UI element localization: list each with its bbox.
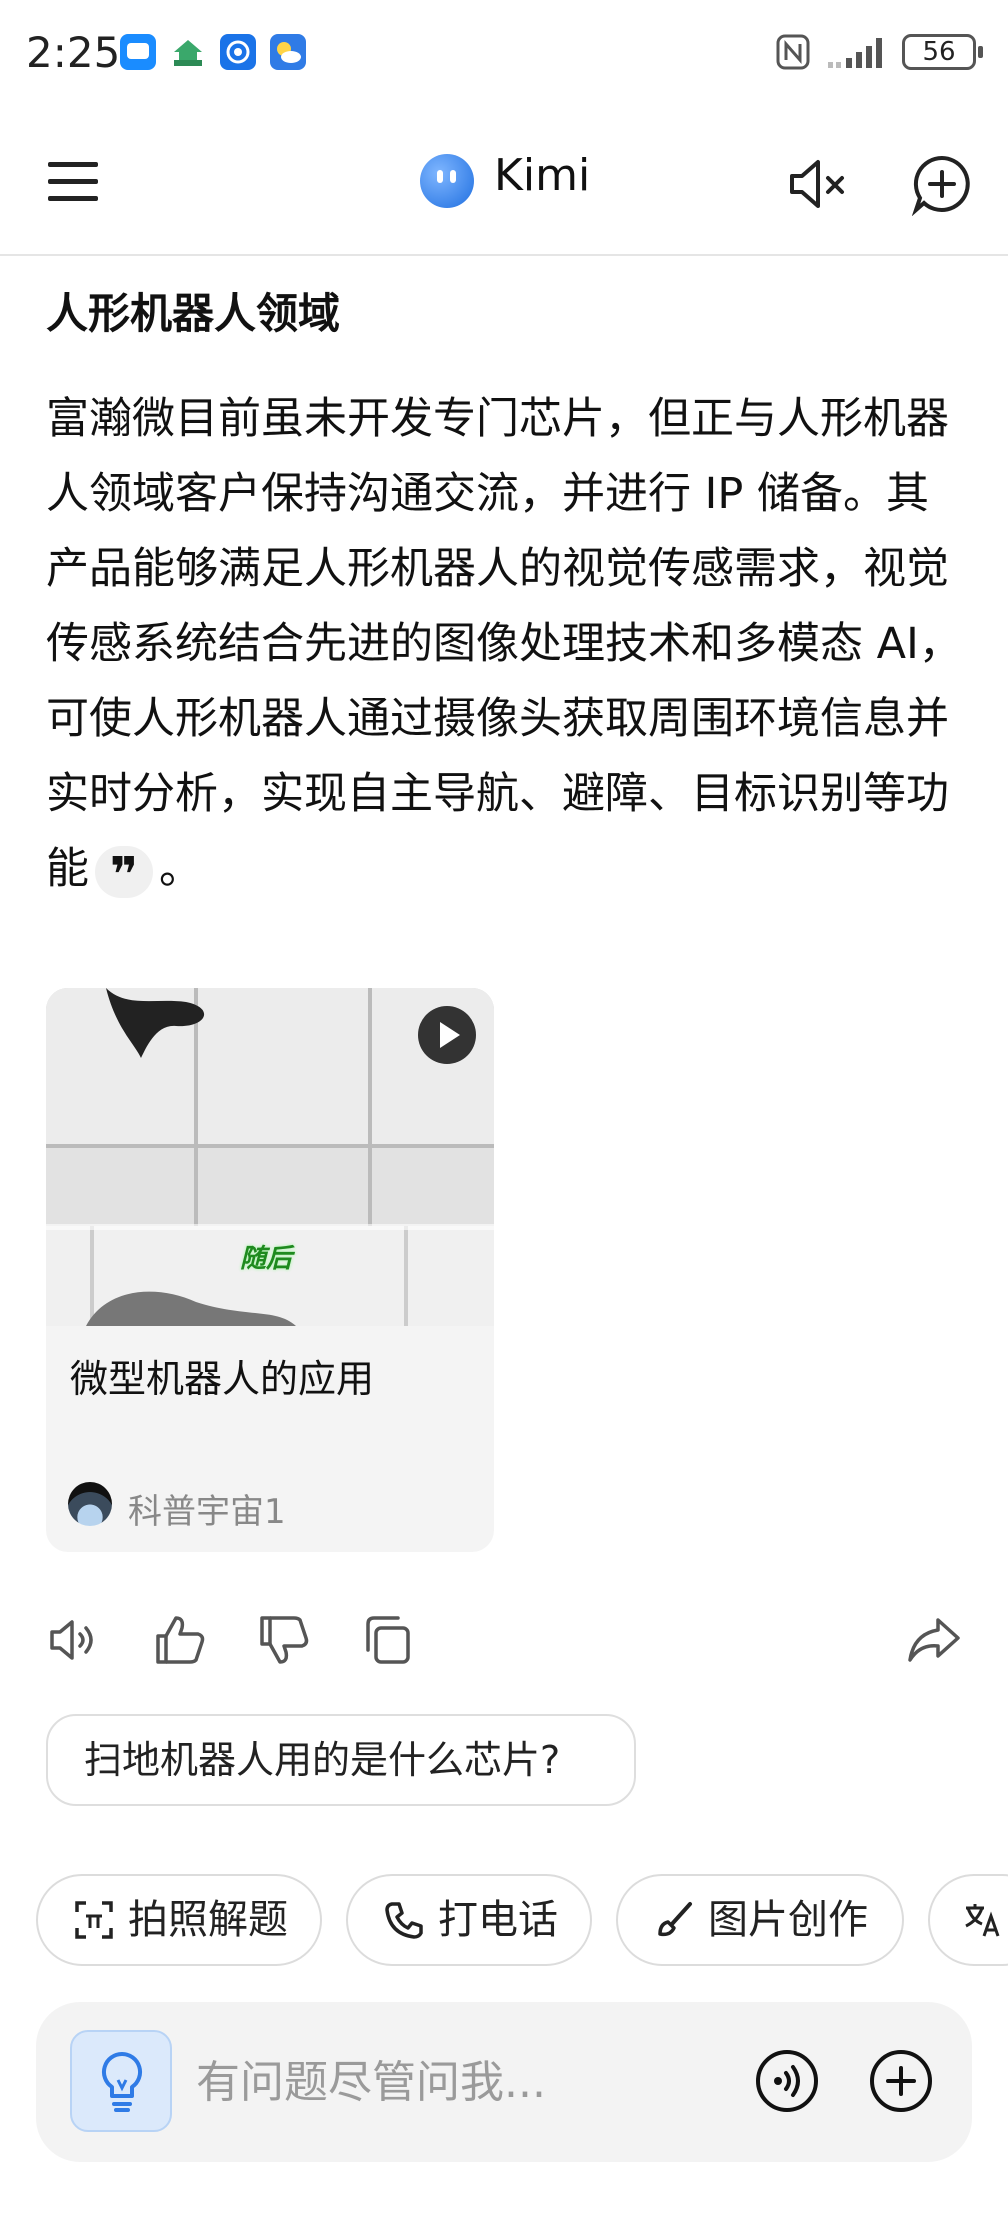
answer-text: 富瀚微目前虽未开发专门芯片，但正与人形机器人领域客户保持沟通交流，并进行 IP … (46, 394, 962, 894)
thumbnail-caption: 随后 (240, 1244, 293, 1274)
chat-input-bar (36, 2002, 972, 2162)
camera-scan-icon (74, 1900, 114, 1940)
translate-icon (962, 1900, 1002, 1940)
chip-label: 拍照解题 (128, 1897, 288, 1943)
chip-image-creation[interactable]: 图片创作 (616, 1874, 904, 1966)
answer-text-end: 。 (159, 844, 202, 894)
chat-input[interactable] (196, 2052, 756, 2112)
video-card[interactable]: 随后 微型机器人的应用 科普宇宙1 (46, 988, 494, 1552)
chip-label: 打电话 (438, 1897, 558, 1943)
video-thumbnail: 随后 (46, 988, 494, 1326)
status-time: 2:25 (26, 28, 121, 77)
header-title: Kimi (494, 150, 591, 201)
new-chat-icon[interactable] (910, 152, 974, 216)
phone-icon (384, 1900, 424, 1940)
thumbs-up-icon[interactable] (152, 1612, 208, 1668)
browser-app-icon (220, 34, 256, 70)
chip-phone-call[interactable]: 打电话 (346, 1874, 592, 1966)
section-title: 人形机器人领域 (46, 289, 341, 338)
weather-app-icon (270, 34, 306, 70)
messages-app-icon (120, 34, 156, 70)
status-bar: 2:25 56 (0, 0, 1008, 110)
channel-avatar (68, 1482, 112, 1526)
add-attachment-icon[interactable] (868, 2048, 934, 2114)
chip-photo-solve[interactable]: 拍照解题 (36, 1874, 322, 1966)
brush-icon (654, 1900, 694, 1940)
copy-icon[interactable] (360, 1612, 416, 1668)
chip-translate[interactable] (928, 1874, 1008, 1966)
citation-quote-icon[interactable]: ❞ (95, 845, 153, 903)
app-header: Kimi (0, 110, 1008, 256)
read-aloud-icon[interactable] (46, 1612, 102, 1668)
answer-paragraph: 富瀚微目前虽未开发专门芯片，但正与人形机器人领域客户保持沟通交流，并进行 IP … (46, 382, 966, 907)
play-icon[interactable] (418, 1006, 476, 1064)
chip-label: 图片创作 (708, 1897, 868, 1943)
voice-call-icon[interactable] (754, 2048, 820, 2114)
kimi-logo-icon (420, 154, 474, 208)
nfc-icon (776, 34, 810, 70)
battery-indicator: 56 (902, 34, 983, 70)
channel-name: 科普宇宙1 (128, 1492, 286, 1532)
mute-icon[interactable] (786, 152, 850, 216)
bulb-icon[interactable] (70, 2030, 172, 2132)
home-app-icon (170, 34, 206, 70)
menu-icon[interactable] (46, 154, 102, 210)
video-title: 微型机器人的应用 (70, 1357, 375, 1401)
suggested-question[interactable]: 扫地机器人用的是什么芯片? (46, 1714, 636, 1806)
thumbs-down-icon[interactable] (256, 1612, 312, 1668)
signal-icon (824, 34, 890, 70)
share-icon[interactable] (906, 1612, 962, 1668)
